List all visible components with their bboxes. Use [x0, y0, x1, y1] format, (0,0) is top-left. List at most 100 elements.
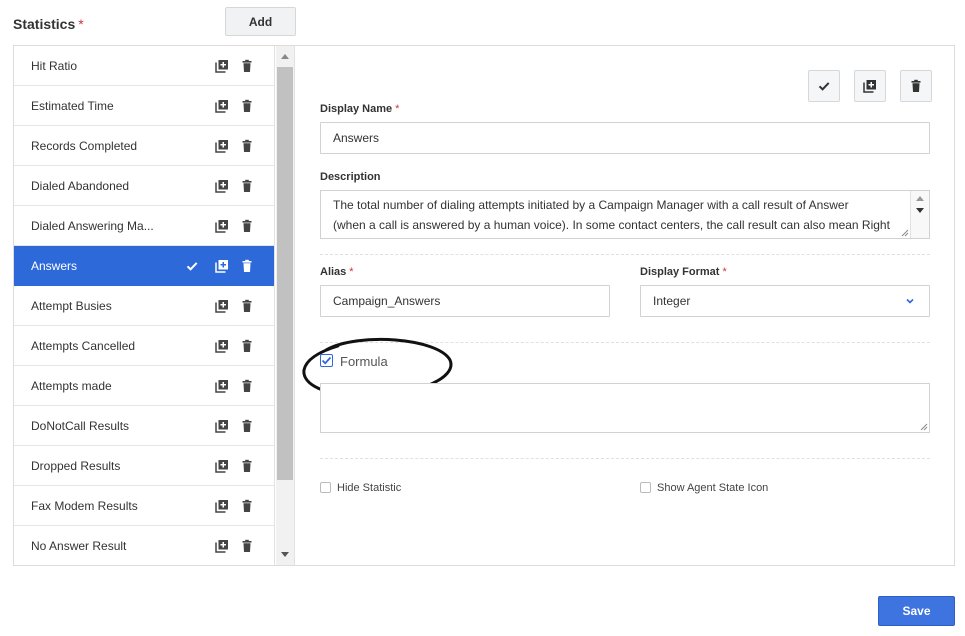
- trash-icon[interactable]: [240, 459, 254, 473]
- trash-icon[interactable]: [240, 179, 254, 193]
- section-divider: [320, 458, 930, 459]
- statistics-title-text: Statistics: [13, 16, 76, 32]
- trash-icon[interactable]: [240, 219, 254, 233]
- list-item-actions: [215, 59, 254, 73]
- required-mark: *: [395, 103, 400, 115]
- scroll-thumb[interactable]: [277, 67, 293, 480]
- resize-handle-icon[interactable]: [901, 229, 909, 237]
- list-item[interactable]: Attempt Busies: [14, 286, 274, 326]
- copy-icon[interactable]: [215, 259, 229, 273]
- list-item[interactable]: Answers: [14, 246, 274, 286]
- trash-icon[interactable]: [240, 539, 254, 553]
- alias-label: Alias *: [320, 266, 354, 278]
- checkmark-icon[interactable]: [185, 259, 199, 273]
- display-name-label: Display Name *: [320, 103, 399, 115]
- trash-icon[interactable]: [240, 59, 254, 73]
- hide-statistic-checkbox[interactable]: [320, 482, 331, 493]
- copy-icon[interactable]: [215, 99, 229, 113]
- resize-handle-icon[interactable]: [920, 423, 928, 431]
- formula-textarea[interactable]: [320, 383, 930, 433]
- show-agent-state-icon-label: Show Agent State Icon: [657, 482, 769, 494]
- statistic-detail: Display Name* Description The total numb…: [296, 46, 954, 565]
- show-agent-state-icon-checkbox[interactable]: [640, 482, 651, 493]
- copy-icon[interactable]: [215, 179, 229, 193]
- scroll-down-icon[interactable]: [281, 552, 289, 557]
- scroll-up-icon[interactable]: [281, 54, 289, 59]
- display-format-label: Display Format *: [640, 266, 727, 278]
- list-item-actions: [215, 139, 254, 153]
- display-name-label-text: Display Name: [320, 103, 393, 115]
- display-name-input[interactable]: [320, 122, 930, 154]
- required-mark: *: [78, 16, 84, 32]
- list-item[interactable]: Dialed Answering Ma...: [14, 206, 274, 246]
- list-item[interactable]: Hit Ratio: [14, 46, 274, 86]
- add-button[interactable]: Add: [225, 7, 296, 36]
- copy-icon[interactable]: [215, 539, 229, 553]
- copy-icon[interactable]: [215, 139, 229, 153]
- list-scrollbar[interactable]: [276, 46, 295, 565]
- section-divider: [320, 342, 930, 343]
- list-item-actions: [215, 179, 254, 193]
- required-mark: *: [722, 266, 727, 278]
- list-item[interactable]: Records Completed: [14, 126, 274, 166]
- alias-label-text: Alias: [320, 266, 347, 278]
- description-label: Description: [320, 171, 381, 183]
- list-item-actions: [215, 499, 254, 513]
- list-item-actions: [215, 379, 254, 393]
- copy-icon[interactable]: [215, 459, 229, 473]
- scroll-down-icon[interactable]: [916, 208, 924, 213]
- list-item[interactable]: Estimated Time: [14, 86, 274, 126]
- list-item-actions: [215, 99, 254, 113]
- list-item[interactable]: Fax Modem Results: [14, 486, 274, 526]
- chevron-down-icon: [906, 298, 914, 304]
- list-item[interactable]: No Answer Result: [14, 526, 274, 565]
- checkmark-icon: [817, 79, 831, 93]
- section-divider: [320, 254, 930, 255]
- trash-icon[interactable]: [240, 139, 254, 153]
- description-scrollbar[interactable]: [910, 191, 929, 238]
- statistics-panel: Hit Ratio Estimated Time Records Completed…: [13, 45, 955, 566]
- list-item[interactable]: Dialed Abandoned: [14, 166, 274, 206]
- trash-icon: [909, 79, 923, 93]
- copy-icon[interactable]: [215, 219, 229, 233]
- list-item-actions: [215, 419, 254, 433]
- save-statistic-button[interactable]: [808, 70, 840, 102]
- list-item-actions: [215, 219, 254, 233]
- description-line-2: (when a call is answered by a human voic…: [333, 218, 890, 232]
- trash-icon[interactable]: [240, 99, 254, 113]
- statistics-title: Statistics *: [13, 16, 84, 32]
- copy-icon: [863, 79, 877, 93]
- trash-icon[interactable]: [240, 499, 254, 513]
- formula-checkbox[interactable]: [320, 354, 333, 367]
- display-format-label-text: Display Format: [640, 266, 720, 278]
- copy-icon[interactable]: [215, 59, 229, 73]
- list-item[interactable]: Dropped Results: [14, 446, 274, 486]
- list-item-actions: [215, 299, 254, 313]
- list-item[interactable]: DoNotCall Results: [14, 406, 274, 446]
- copy-icon[interactable]: [215, 379, 229, 393]
- copy-icon[interactable]: [215, 419, 229, 433]
- copy-icon[interactable]: [215, 299, 229, 313]
- display-format-value: Integer: [653, 294, 691, 308]
- alias-input[interactable]: [320, 285, 610, 317]
- trash-icon[interactable]: [240, 419, 254, 433]
- trash-icon[interactable]: [240, 259, 254, 273]
- save-button[interactable]: Save: [878, 596, 955, 626]
- checkmark-icon: [321, 356, 332, 365]
- list-item[interactable]: Attempts Cancelled: [14, 326, 274, 366]
- delete-statistic-button[interactable]: [900, 70, 932, 102]
- display-format-select[interactable]: Integer: [640, 285, 930, 317]
- trash-icon[interactable]: [240, 299, 254, 313]
- copy-icon[interactable]: [215, 339, 229, 353]
- scroll-up-icon[interactable]: [916, 196, 924, 201]
- copy-icon[interactable]: [215, 499, 229, 513]
- copy-statistic-button[interactable]: [854, 70, 886, 102]
- description-line-1: The total number of dialing attempts ini…: [333, 198, 849, 212]
- list-item-actions: [215, 339, 254, 353]
- trash-icon[interactable]: [240, 339, 254, 353]
- description-textarea[interactable]: The total number of dialing attempts ini…: [320, 190, 930, 239]
- list-item[interactable]: Attempts made: [14, 366, 274, 406]
- trash-icon[interactable]: [240, 379, 254, 393]
- required-mark: *: [349, 266, 354, 278]
- list-item-actions: [215, 459, 254, 473]
